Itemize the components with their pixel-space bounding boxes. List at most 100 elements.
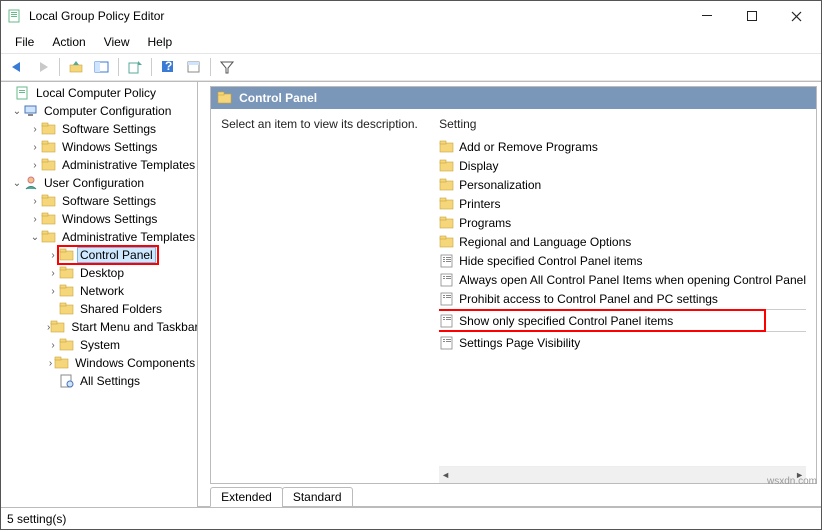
tree-label: Computer Configuration <box>42 104 173 118</box>
list-item[interactable]: Regional and Language Options <box>439 232 806 251</box>
expander-icon[interactable]: ⌄ <box>11 178 23 189</box>
list-item[interactable]: Display <box>439 156 806 175</box>
list-item-label: Personalization <box>459 178 541 192</box>
folder-icon <box>54 355 70 371</box>
back-button[interactable] <box>5 56 29 78</box>
folder-icon <box>217 90 233 106</box>
policy-root-icon <box>15 85 31 101</box>
expander-icon[interactable]: › <box>29 214 41 225</box>
list-item[interactable]: Hide specified Control Panel items <box>439 251 806 270</box>
list-item-label: Show only specified Control Panel items <box>459 314 673 328</box>
tree-uc-system[interactable]: › System <box>1 336 197 354</box>
folder-icon <box>59 247 75 263</box>
list-item[interactable]: Personalization <box>439 175 806 194</box>
tree-label: Control Panel <box>78 248 155 262</box>
tree-user-config[interactable]: ⌄ User Configuration <box>1 174 197 192</box>
list-item[interactable]: Always open All Control Panel Items when… <box>439 270 806 289</box>
list-item-label: Add or Remove Programs <box>459 140 598 154</box>
content-area: Local Computer Policy ⌄ Computer Configu… <box>1 81 821 507</box>
divider <box>439 331 806 332</box>
tree-uc-wincomp[interactable]: › Windows Components <box>1 354 197 372</box>
tree-uc-startmenu[interactable]: › Start Menu and Taskbar <box>1 318 197 336</box>
tree-label: System <box>78 338 122 352</box>
policy-icon <box>439 272 455 288</box>
tree-label: Software Settings <box>60 194 158 208</box>
expander-icon[interactable]: › <box>29 160 41 171</box>
tree-label: Windows Components <box>73 356 197 370</box>
tree-label: Local Computer Policy <box>34 86 158 100</box>
help-button[interactable]: ? <box>156 56 180 78</box>
expander-icon[interactable]: ⌄ <box>29 232 41 243</box>
menu-help[interactable]: Help <box>140 33 181 51</box>
folder-icon <box>41 157 57 173</box>
expander-icon[interactable]: › <box>47 358 54 369</box>
folder-icon <box>50 319 66 335</box>
tree-pane[interactable]: Local Computer Policy ⌄ Computer Configu… <box>1 82 198 507</box>
settings-list[interactable]: Add or Remove Programs Display Personali… <box>439 137 806 466</box>
tab-standard[interactable]: Standard <box>282 487 353 507</box>
policy-icon <box>439 335 455 351</box>
tree-uc-desktop[interactable]: › Desktop <box>1 264 197 282</box>
tree-uc-network[interactable]: › Network <box>1 282 197 300</box>
folder-icon <box>439 234 455 250</box>
filter-button[interactable] <box>215 56 239 78</box>
list-item[interactable]: Programs <box>439 213 806 232</box>
list-item[interactable]: Printers <box>439 194 806 213</box>
status-bar: 5 setting(s) <box>1 507 821 529</box>
tree-uc-admin[interactable]: ⌄ Administrative Templates <box>1 228 197 246</box>
tree-cc-software[interactable]: › Software Settings <box>1 120 197 138</box>
export-button[interactable] <box>123 56 147 78</box>
tree-cc-admin[interactable]: › Administrative Templates <box>1 156 197 174</box>
scroll-left-icon[interactable]: ◄ <box>441 470 450 480</box>
expander-icon[interactable]: › <box>47 286 59 297</box>
list-item-label: Prohibit access to Control Panel and PC … <box>459 292 718 306</box>
list-item[interactable]: Settings Page Visibility <box>439 333 806 352</box>
svg-text:?: ? <box>165 60 172 73</box>
menu-view[interactable]: View <box>96 33 138 51</box>
maximize-button[interactable] <box>729 2 774 30</box>
horizontal-scrollbar[interactable]: ◄► <box>439 466 806 483</box>
forward-button[interactable] <box>31 56 55 78</box>
tree-label: Desktop <box>78 266 126 280</box>
list-item[interactable]: Add or Remove Programs <box>439 137 806 156</box>
expander-icon[interactable]: › <box>29 142 41 153</box>
expander-icon[interactable]: › <box>29 124 41 135</box>
policy-icon <box>439 253 455 269</box>
tree-uc-shared[interactable]: Shared Folders <box>1 300 197 318</box>
expander-icon[interactable]: › <box>47 340 59 351</box>
column-header-setting[interactable]: Setting <box>439 117 806 137</box>
tab-extended[interactable]: Extended <box>210 487 283 507</box>
up-button[interactable] <box>64 56 88 78</box>
folder-icon <box>59 283 75 299</box>
list-item-highlighted[interactable]: Show only specified Control Panel items <box>439 311 806 330</box>
right-pane: Control Panel Select an item to view its… <box>198 82 821 507</box>
expander-icon[interactable]: ⌄ <box>11 106 23 117</box>
tree-uc-allsettings[interactable]: All Settings <box>1 372 197 390</box>
tree-root[interactable]: Local Computer Policy <box>1 84 197 102</box>
list-item-label: Settings Page Visibility <box>459 336 580 350</box>
list-item[interactable]: Prohibit access to Control Panel and PC … <box>439 289 806 308</box>
menu-action[interactable]: Action <box>44 33 93 51</box>
tree-cc-windows[interactable]: › Windows Settings <box>1 138 197 156</box>
folder-icon <box>41 229 57 245</box>
minimize-button[interactable] <box>684 2 729 30</box>
menu-file[interactable]: File <box>7 33 42 51</box>
tree-uc-windows[interactable]: › Windows Settings <box>1 210 197 228</box>
tree-uc-control-panel[interactable]: › Control Panel <box>1 246 197 264</box>
list-item-label: Printers <box>459 197 500 211</box>
expander-icon[interactable]: › <box>29 196 41 207</box>
properties-button[interactable] <box>182 56 206 78</box>
tree-label: User Configuration <box>42 176 146 190</box>
watermark: wsxdn.com <box>767 476 817 487</box>
expander-icon[interactable]: › <box>47 268 59 279</box>
tree-computer-config[interactable]: ⌄ Computer Configuration <box>1 102 197 120</box>
tree-uc-software[interactable]: › Software Settings <box>1 192 197 210</box>
folder-icon <box>439 177 455 193</box>
folder-icon <box>41 193 57 209</box>
highlight-annotation: Control Panel <box>57 245 159 265</box>
tree-label: All Settings <box>78 374 142 388</box>
show-hide-tree-button[interactable] <box>90 56 114 78</box>
folder-icon <box>59 265 75 281</box>
close-button[interactable] <box>774 2 819 30</box>
folder-icon <box>59 337 75 353</box>
